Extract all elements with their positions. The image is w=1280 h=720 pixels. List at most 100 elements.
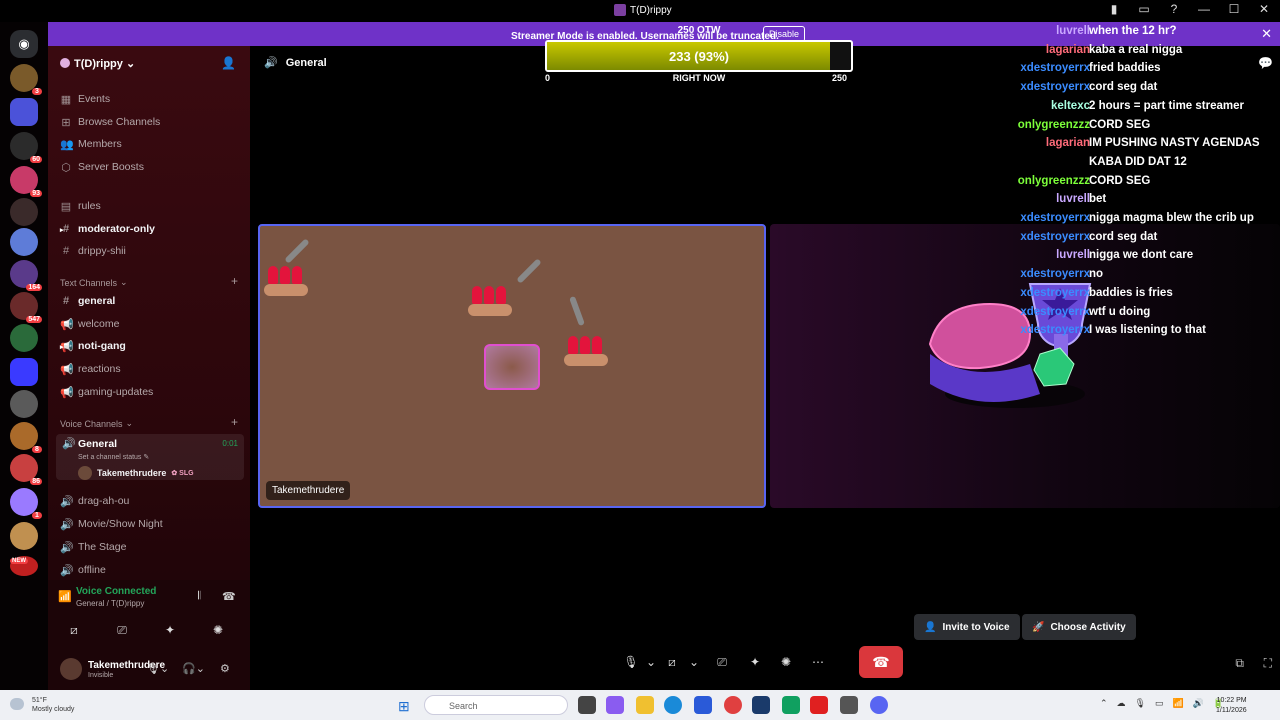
signal-icon[interactable]: 📶 — [58, 590, 72, 603]
server-icon[interactable] — [10, 198, 38, 226]
weather-widget[interactable]: 51°F Mostly cloudy — [32, 696, 74, 714]
channel-rules[interactable]: ▤ rules — [58, 196, 244, 216]
members-item[interactable]: 👥 Members — [58, 134, 244, 154]
video-tile-user[interactable]: Takemethrudere — [258, 224, 766, 508]
server-folder-icon[interactable] — [10, 98, 38, 126]
taskbar-search[interactable]: Search — [424, 695, 568, 715]
voice-channel-drag-ah-ou[interactable]: 🔊 drag-ah-ou — [58, 491, 244, 511]
system-tray[interactable]: ⌃☁🎙▭📶🔊🔋 — [1100, 698, 1233, 709]
noise-suppression-icon[interactable]: 𝄃 — [198, 590, 200, 603]
channel-gaming-updates[interactable]: 📢 gaming-updates — [58, 382, 244, 402]
server-icon[interactable]: 86 — [10, 454, 42, 485]
channel-status[interactable]: Set a channel status ✎ — [78, 453, 149, 461]
help-icon[interactable]: ? — [1166, 2, 1182, 16]
close-window-button[interactable]: ✕ — [1256, 2, 1272, 16]
channel-noti-gang[interactable]: ▸ 📢 noti-gang — [58, 336, 244, 356]
voice-channel-the-stage[interactable]: 🔊 The Stage — [58, 537, 244, 557]
disconnect-icon[interactable]: ☎ — [222, 590, 236, 603]
browse-channels-item[interactable]: ⊞ Browse Channels — [58, 112, 244, 132]
task-view-icon[interactable] — [578, 696, 596, 714]
invite-to-voice-button[interactable]: 👤 Invite to Voice — [914, 614, 1020, 640]
camera-off-button[interactable]: ⧄ — [52, 618, 96, 642]
screen-share-button[interactable]: ⎚ — [704, 648, 740, 676]
camera-off-button[interactable]: ⧄ — [660, 648, 684, 676]
more-options-button[interactable]: ⋯ — [802, 648, 834, 676]
soundboard-button[interactable]: ✺ — [196, 618, 240, 642]
voice-connected-title[interactable]: Voice Connected — [76, 586, 156, 597]
server-icon[interactable] — [10, 390, 38, 418]
edge-icon[interactable] — [664, 696, 682, 714]
add-channel-icon[interactable]: + — [231, 415, 238, 429]
popout-icon[interactable]: ⧉ — [1235, 656, 1244, 671]
maximize-button[interactable]: ☐ — [1226, 2, 1242, 16]
fullscreen-icon[interactable]: ⛶ — [1264, 656, 1272, 671]
screen-share-button[interactable]: ⎚ — [100, 618, 144, 642]
chat-icon[interactable]: 💬 — [1258, 56, 1273, 70]
channel-general[interactable]: # general — [58, 291, 244, 311]
server-icon[interactable]: 1 — [10, 488, 42, 519]
events-item[interactable]: ▦ Events — [58, 89, 244, 109]
server-boosts-item[interactable]: ⬡ Server Boosts — [58, 157, 244, 177]
discord-home-icon[interactable]: ◉ — [10, 30, 38, 58]
server-icon[interactable] — [10, 228, 38, 256]
server-icon[interactable]: 3 — [10, 64, 42, 95]
server-icon[interactable]: NEW — [10, 556, 38, 576]
channel-sidebar: T(D)rippy ⌄ 👤 ▦ Events ⊞ Browse Channels 👥… — [48, 46, 250, 690]
copilot-icon[interactable] — [606, 696, 624, 714]
server-icon[interactable]: 60 — [10, 132, 42, 163]
avatar[interactable] — [60, 658, 82, 680]
server-header[interactable]: T(D)rippy ⌄ 👤 — [48, 46, 250, 80]
microphone-button[interactable]: 🎙 — [620, 648, 642, 676]
screen-icon[interactable]: ▭ — [1136, 2, 1152, 16]
voice-channel-movie-night[interactable]: 🔊 Movie/Show Night — [58, 514, 244, 534]
choose-activity-button[interactable]: 🚀 Choose Activity — [1022, 614, 1136, 640]
server-name-text: T(D)rippy — [74, 58, 123, 70]
guild-tag: ✿ SLG — [171, 470, 194, 477]
server-icon[interactable] — [10, 522, 38, 550]
mail-icon[interactable] — [694, 696, 712, 714]
activities-button[interactable]: ✦ — [740, 648, 770, 676]
soundboard-button[interactable]: ✺ — [770, 648, 802, 676]
server-icon[interactable] — [10, 324, 38, 352]
server-avatar — [60, 58, 70, 68]
microphone-icon[interactable]: 🎙⌄ — [146, 662, 169, 675]
voice-channel-offline[interactable]: 🔊 offline — [58, 560, 244, 580]
gear-icon[interactable]: ⚙ — [220, 662, 230, 675]
store-icon[interactable] — [752, 696, 770, 714]
discord-icon[interactable] — [870, 696, 888, 714]
inbox-icon[interactable]: ▮ — [1106, 2, 1122, 16]
minimize-button[interactable]: — — [1196, 2, 1212, 16]
nails-sticker — [264, 266, 308, 296]
server-icon[interactable]: 547 — [10, 292, 42, 323]
file-explorer-icon[interactable] — [636, 696, 654, 714]
add-channel-icon[interactable]: + — [231, 274, 238, 288]
server-icon[interactable]: 93 — [10, 166, 42, 197]
activities-button[interactable]: ✦ — [148, 618, 192, 642]
voice-connected-subtitle[interactable]: General / T(D)rippy — [76, 599, 144, 608]
server-icon[interactable]: 8 — [10, 422, 42, 453]
headphones-icon[interactable]: 🎧⌄ — [182, 662, 205, 675]
youtube-icon[interactable] — [810, 696, 828, 714]
channel-moderator-only[interactable]: ▸ # moderator-only — [58, 219, 244, 239]
category-voice-channels[interactable]: Voice Channels ⌄ — [60, 418, 133, 429]
chevron-down-icon[interactable]: ⌄ — [642, 648, 660, 676]
channel-welcome[interactable]: 📢 welcome — [58, 314, 244, 334]
chrome-icon[interactable] — [724, 696, 742, 714]
speaker-icon: 🔊 — [60, 518, 74, 531]
app-icon[interactable] — [782, 696, 800, 714]
voice-user[interactable]: Takemethrudere ✿ SLG — [78, 466, 194, 480]
windows-start-icon[interactable]: ⊞ — [398, 698, 410, 715]
channel-drippy-shii[interactable]: # drippy-shii — [58, 241, 244, 261]
goal-max: 250 — [831, 73, 847, 83]
server-name[interactable]: T(D)rippy ⌄ — [74, 57, 135, 70]
clock[interactable]: 10:22 PM 1/11/2026 — [1216, 696, 1247, 716]
chevron-down-icon[interactable]: ⌄ — [684, 648, 704, 676]
invite-icon[interactable]: 👤 — [221, 56, 236, 70]
settings-icon[interactable] — [840, 696, 858, 714]
channel-reactions[interactable]: 📢 reactions — [58, 359, 244, 379]
server-icon[interactable]: 164 — [10, 260, 42, 291]
disconnect-button[interactable]: ☎ — [859, 646, 903, 678]
category-text-channels[interactable]: Text Channels ⌄ — [60, 277, 128, 288]
cloud-icon — [10, 698, 24, 710]
server-folder-icon[interactable] — [10, 358, 38, 386]
